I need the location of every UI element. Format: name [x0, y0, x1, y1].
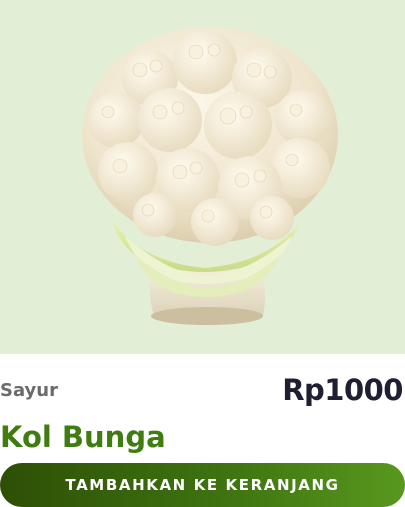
- product-category: Sayur: [0, 380, 58, 401]
- product-card: Sayur Rp1000 Kol Bunga TAMBAHKAN KE KERA…: [0, 0, 405, 507]
- product-image: [0, 0, 405, 354]
- product-name: Kol Bunga: [0, 420, 166, 454]
- product-price: Rp1000: [282, 373, 403, 407]
- add-to-cart-button[interactable]: TAMBAHKAN KE KERANJANG: [0, 463, 405, 507]
- cauliflower-image: [82, 27, 338, 325]
